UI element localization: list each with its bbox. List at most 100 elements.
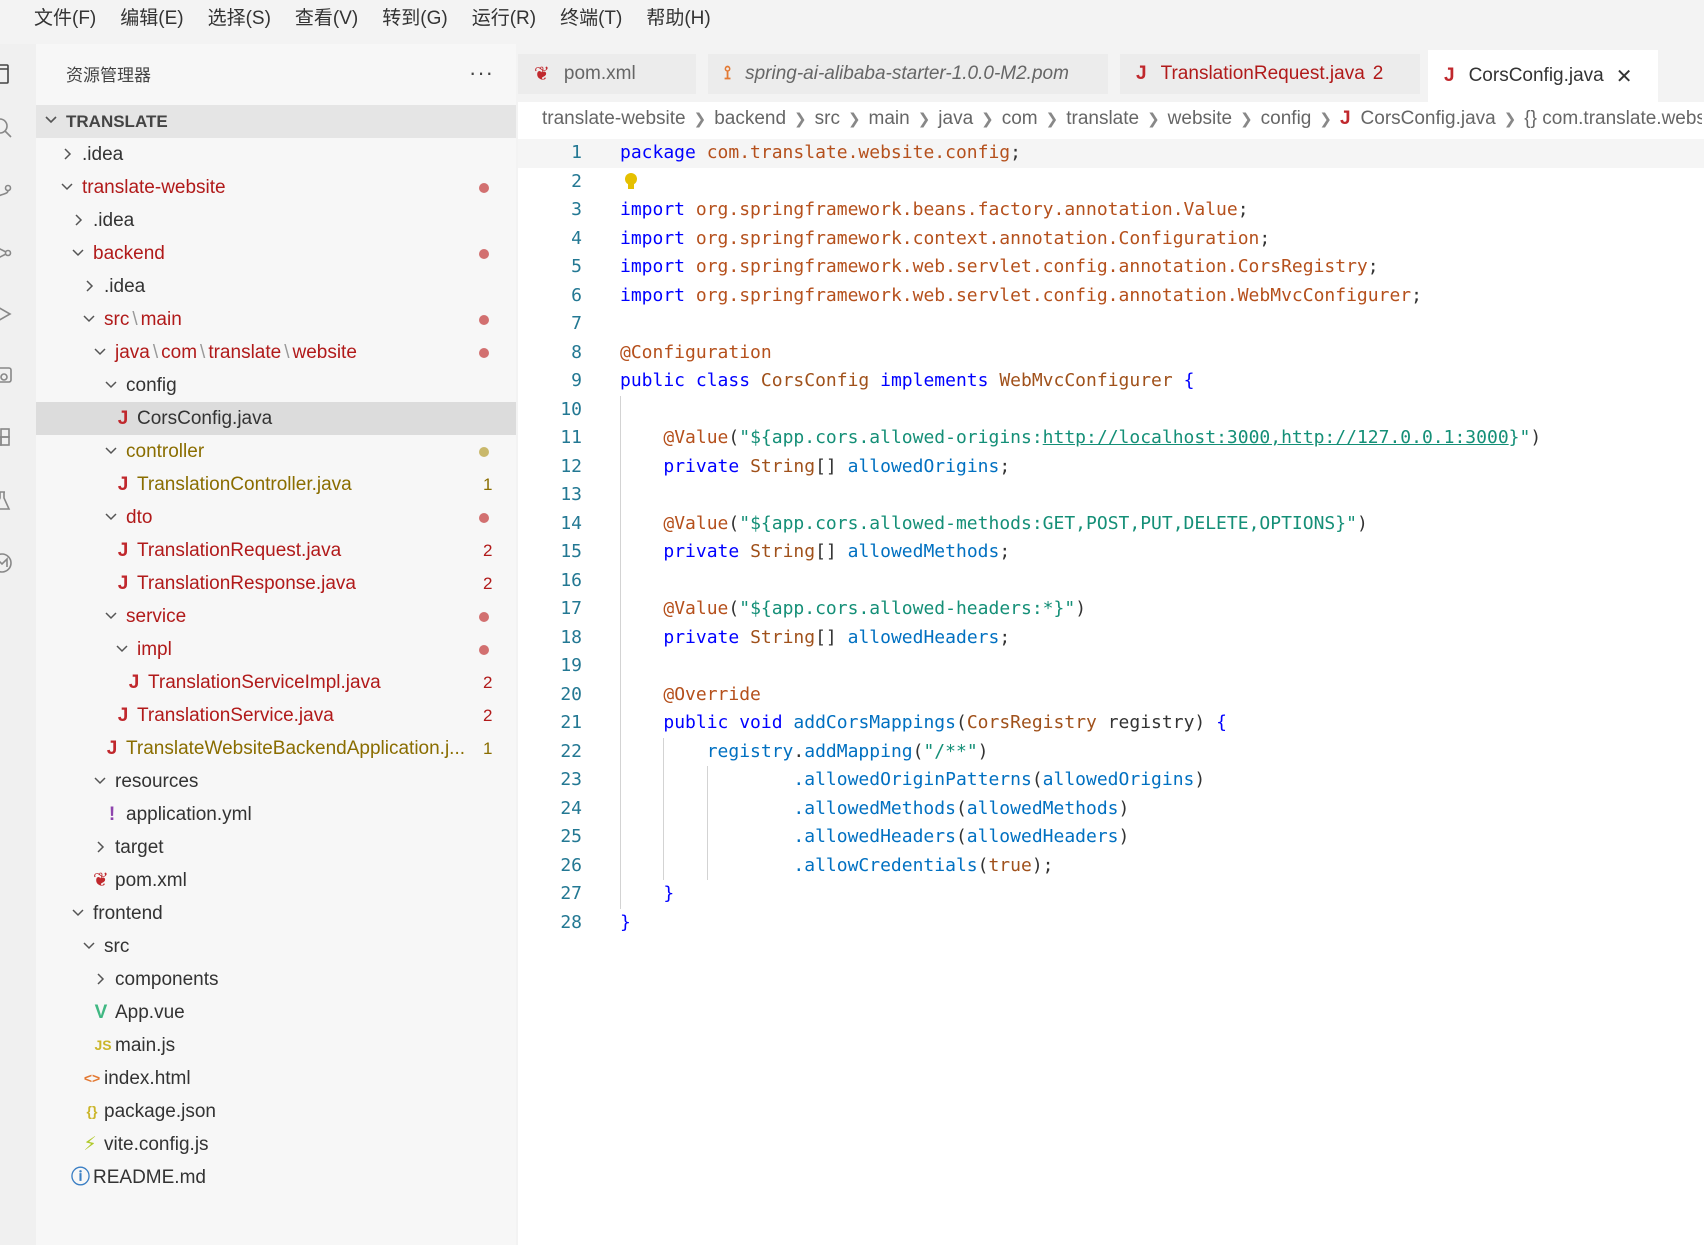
- file-item[interactable]: JS main.js: [36, 1029, 516, 1062]
- file-item[interactable]: ⓘ README.md: [36, 1161, 516, 1194]
- editor-tab[interactable]: J CorsConfig.java ✕: [1428, 50, 1658, 102]
- file-item[interactable]: {} package.json: [36, 1095, 516, 1128]
- folder-item[interactable]: service: [36, 600, 516, 633]
- problem-count-badge: 2: [1372, 63, 1384, 84]
- menu-item[interactable]: 终端(T): [548, 0, 634, 38]
- code-line: 21 public void addCorsMappings(CorsRegis…: [518, 709, 1704, 738]
- problem-count-badge: 2: [483, 574, 493, 593]
- more-actions-icon[interactable]: ···: [469, 60, 494, 86]
- line-number: 5: [571, 256, 582, 277]
- maven-icon[interactable]: [0, 551, 14, 575]
- breadcrumb-item[interactable]: CorsConfig.java: [1361, 108, 1496, 130]
- run-debug-icon[interactable]: [0, 302, 14, 326]
- search-icon[interactable]: [0, 116, 14, 140]
- folder-item[interactable]: .idea: [36, 204, 516, 237]
- file-item[interactable]: J TranslationServiceImpl.java 2: [36, 666, 516, 699]
- file-item[interactable]: J TranslateWebsiteBackendApplication.j...…: [36, 732, 516, 765]
- folder-item[interactable]: dto: [36, 501, 516, 534]
- code-token: org.springframework.web.servlet.config.a…: [695, 284, 1412, 306]
- code-token: "${app.cors.allowed-headers:*}": [739, 598, 1076, 619]
- code-token: (: [977, 854, 989, 876]
- folder-item[interactable]: frontend: [36, 897, 516, 930]
- folder-item[interactable]: translate-website: [36, 171, 516, 204]
- code-token: ): [1356, 512, 1368, 534]
- file-item[interactable]: J CorsConfig.java: [36, 402, 516, 435]
- modified-dot: [479, 513, 489, 523]
- menu-bar: 文件(F) 编辑(E) 选择(S) 查看(V) 转到(G) 运行(R) 终端(T) 帮助(H): [0, 0, 1704, 38]
- menu-item[interactable]: 文件(F): [22, 0, 108, 38]
- file-item[interactable]: <> index.html: [36, 1062, 516, 1095]
- code-token: []: [815, 455, 848, 477]
- file-type-icon: JS: [94, 1037, 112, 1053]
- code-token: ): [1530, 427, 1542, 448]
- editor-tab[interactable]: ❦ pom.xml: [518, 54, 696, 94]
- menu-item[interactable]: 运行(R): [460, 0, 548, 38]
- folder-item[interactable]: components: [36, 963, 516, 996]
- editor-tab[interactable]: ⟟ spring-ai-alibaba-starter-1.0.0-M2.pom: [708, 54, 1108, 94]
- code-token: ;: [1259, 227, 1271, 249]
- breadcrumb-item[interactable]: website: [1168, 108, 1232, 130]
- menu-item[interactable]: 转到(G): [370, 0, 459, 38]
- folder-item[interactable]: .idea: [36, 270, 516, 303]
- code-token: allowedOrigins: [847, 455, 1000, 477]
- code-token: ;: [1010, 142, 1021, 163]
- menu-item[interactable]: 帮助(H): [634, 0, 722, 38]
- folder-item[interactable]: controller: [36, 435, 516, 468]
- file-type-icon: J: [117, 540, 129, 561]
- breadcrumb-item[interactable]: com: [1002, 108, 1038, 130]
- editor-tab[interactable]: J TranslationRequest.java 2: [1120, 54, 1420, 94]
- breadcrumb-item[interactable]: backend: [714, 108, 786, 130]
- breadcrumb-item[interactable]: {} com.translate.websit: [1524, 108, 1702, 130]
- file-item[interactable]: J TranslationController.java 1: [36, 468, 516, 501]
- breadcrumb-item[interactable]: src: [815, 108, 840, 130]
- folder-item[interactable]: backend: [36, 237, 516, 270]
- folder-item[interactable]: target: [36, 831, 516, 864]
- line-number: 2: [571, 170, 582, 192]
- tab-label: TranslationRequest.java: [1160, 63, 1365, 84]
- code-editor[interactable]: 1 package com.translate.website.config; 2 3…: [518, 139, 1704, 937]
- folder-item[interactable]: java \ com \ translate \ website: [36, 336, 516, 369]
- code-token: .allowedMethods: [793, 797, 956, 819]
- file-item[interactable]: J TranslationRequest.java 2: [36, 534, 516, 567]
- breadcrumb-item[interactable]: translate: [1066, 108, 1139, 130]
- file-item[interactable]: ❦ pom.xml: [36, 864, 516, 897]
- line-number: 26: [560, 854, 582, 876]
- folder-item[interactable]: src \ main: [36, 303, 516, 336]
- lightbulb-icon[interactable]: [624, 172, 638, 192]
- file-item[interactable]: ! application.yml: [36, 798, 516, 831]
- breadcrumb-item[interactable]: java: [938, 108, 973, 130]
- breadcrumb-item[interactable]: main: [869, 108, 910, 130]
- source-control-icon[interactable]: [0, 179, 14, 203]
- menu-item[interactable]: 编辑(E): [108, 0, 195, 38]
- remote-icon[interactable]: [0, 364, 14, 388]
- folder-item[interactable]: .idea: [36, 138, 516, 171]
- workspace-section-header[interactable]: TRANSLATE: [36, 105, 516, 138]
- line-content: .allowedMethods(allowedMethods): [620, 795, 1129, 824]
- code-token: (: [955, 797, 967, 819]
- menu-item[interactable]: 查看(V): [283, 0, 370, 38]
- graph-icon[interactable]: [0, 241, 14, 265]
- extensions-icon[interactable]: [0, 426, 14, 450]
- folder-item[interactable]: impl: [36, 633, 516, 666]
- folder-item[interactable]: src: [36, 930, 516, 963]
- file-type-icon: !: [108, 804, 116, 825]
- code-token: ): [1118, 826, 1130, 847]
- line-number: 22: [560, 740, 582, 762]
- testing-icon[interactable]: [0, 489, 14, 513]
- line-content: @Configuration: [620, 339, 772, 368]
- folder-item[interactable]: config: [36, 369, 516, 402]
- file-item[interactable]: J TranslationResponse.java 2: [36, 567, 516, 600]
- file-item[interactable]: V App.vue: [36, 996, 516, 1029]
- close-icon[interactable]: ✕: [1616, 64, 1633, 89]
- folder-item[interactable]: resources: [36, 765, 516, 798]
- file-item[interactable]: J TranslationService.java 2: [36, 699, 516, 732]
- menu-item[interactable]: 选择(S): [196, 0, 283, 38]
- chevron-right-icon: ❯: [917, 111, 931, 128]
- breadcrumb-item[interactable]: translate-website: [542, 108, 686, 130]
- file-item[interactable]: ⚡ vite.config.js: [36, 1128, 516, 1161]
- explorer-icon[interactable]: [0, 62, 14, 86]
- breadcrumb-item[interactable]: config: [1261, 108, 1312, 130]
